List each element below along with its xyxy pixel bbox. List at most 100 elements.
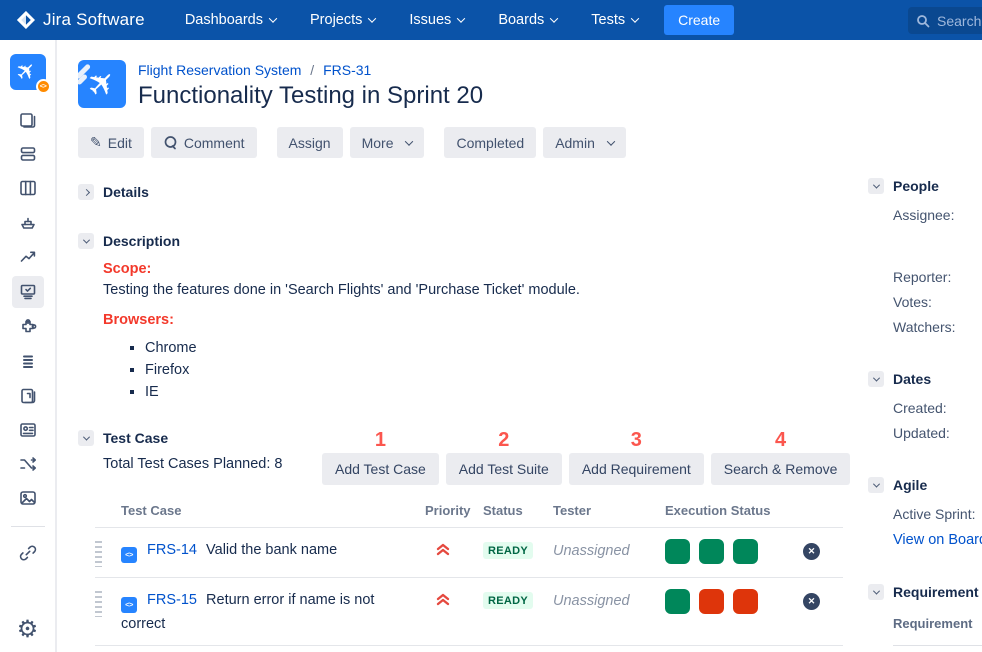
chevron-down-icon bbox=[872, 480, 879, 487]
watchers-label: Watchers: bbox=[893, 319, 982, 335]
col-status: Status bbox=[483, 503, 553, 527]
releases-icon[interactable] bbox=[12, 208, 44, 236]
list-item: IE bbox=[145, 384, 982, 400]
test-case-type-icon: <> bbox=[121, 547, 137, 563]
project-avatar[interactable]: ✈ <> bbox=[10, 54, 46, 90]
execution-status-square[interactable] bbox=[665, 539, 690, 564]
add-test-case-button[interactable]: Add Test Case bbox=[322, 453, 439, 485]
annotation-2: 2 bbox=[498, 430, 509, 450]
remove-row-icon[interactable]: ✕ bbox=[803, 593, 820, 610]
backlog-icon[interactable] bbox=[12, 106, 44, 134]
details-expand-toggle[interactable] bbox=[78, 184, 94, 200]
issue-key-link[interactable]: FRS-14 bbox=[147, 542, 197, 558]
create-button[interactable]: Create bbox=[664, 5, 734, 35]
comment-button[interactable]: Comment bbox=[151, 127, 257, 158]
admin-button[interactable]: Admin bbox=[543, 127, 626, 158]
reports-icon[interactable] bbox=[12, 242, 44, 270]
table-row: <> FRS-16 Return error if age is not REA… bbox=[95, 645, 843, 652]
pages-icon[interactable] bbox=[12, 382, 44, 410]
menu-boards[interactable]: Boards bbox=[498, 12, 557, 28]
priority-highest-icon bbox=[425, 542, 483, 562]
chevron-down-icon bbox=[607, 137, 615, 145]
requirement-section: Requirement Requirement bbox=[868, 584, 982, 646]
test-case-type-icon: <> bbox=[121, 597, 137, 613]
page-title: Functionality Testing in Sprint 20 bbox=[138, 82, 483, 110]
agile-heading: Agile bbox=[893, 477, 927, 493]
table-row: <> FRS-15 Return error if name is not co… bbox=[95, 577, 843, 645]
more-button[interactable]: More bbox=[350, 127, 425, 158]
test-case-heading: Test Case bbox=[103, 430, 168, 446]
execution-status-square[interactable] bbox=[665, 589, 690, 614]
addons-icon[interactable] bbox=[12, 314, 44, 342]
menu-projects[interactable]: Projects bbox=[310, 12, 375, 28]
edit-button[interactable]: ✎ Edit bbox=[78, 127, 144, 158]
assign-button[interactable]: Assign bbox=[277, 127, 343, 158]
test-case-table: Test Case Priority Status Tester Executi… bbox=[95, 503, 843, 652]
people-collapse-toggle[interactable] bbox=[868, 178, 884, 194]
issue-avatar[interactable]: ✈ bbox=[78, 60, 126, 108]
people-section: People Assignee: Reporter: Votes: Watche… bbox=[868, 178, 982, 335]
drag-handle[interactable] bbox=[95, 541, 102, 567]
breadcrumb-project-link[interactable]: Flight Reservation System bbox=[138, 62, 301, 78]
chevron-down-icon bbox=[82, 236, 89, 243]
execution-status-square[interactable] bbox=[733, 589, 758, 614]
execution-status-square[interactable] bbox=[699, 589, 724, 614]
execution-status-square[interactable] bbox=[733, 539, 758, 564]
status-badge: READY bbox=[483, 592, 533, 609]
list-icon[interactable] bbox=[12, 348, 44, 376]
chevron-down-icon bbox=[872, 587, 879, 594]
issue-key-link[interactable]: FRS-15 bbox=[147, 592, 197, 608]
total-test-cases-label: Total Test Cases Planned: 8 bbox=[103, 456, 322, 472]
profile-card-icon[interactable] bbox=[12, 416, 44, 444]
view-on-board-link[interactable]: View on Board bbox=[893, 532, 982, 548]
people-heading: People bbox=[893, 178, 939, 194]
media-icon[interactable] bbox=[12, 484, 44, 512]
global-search[interactable] bbox=[908, 7, 982, 34]
tester-value: Unassigned bbox=[553, 593, 665, 609]
dates-collapse-toggle[interactable] bbox=[868, 371, 884, 387]
jira-diamond-icon bbox=[16, 10, 36, 30]
agile-collapse-toggle[interactable] bbox=[868, 477, 884, 493]
left-sidebar: ✈ <> ⚙ bbox=[0, 40, 57, 652]
menu-issues[interactable]: Issues bbox=[409, 12, 464, 28]
link-icon[interactable] bbox=[12, 539, 44, 567]
search-and-remove-button[interactable]: Search & Remove bbox=[711, 453, 851, 485]
active-sprint-label: Active Sprint: bbox=[893, 506, 982, 522]
shuffle-icon[interactable] bbox=[12, 450, 44, 478]
test-case-collapse-toggle[interactable] bbox=[78, 430, 94, 446]
issue-header: ✈ Flight Reservation System / FRS-31 Fun… bbox=[78, 60, 982, 110]
main-menu: Dashboards Projects Issues Boards Tests bbox=[185, 12, 638, 28]
completed-button[interactable]: Completed bbox=[444, 127, 536, 158]
scope-text: Testing the features done in 'Search Fli… bbox=[103, 282, 982, 298]
col-priority: Priority bbox=[425, 503, 483, 527]
list-item: Chrome bbox=[145, 340, 982, 356]
comment-bubble-icon bbox=[163, 135, 178, 150]
remove-row-icon[interactable]: ✕ bbox=[803, 543, 820, 560]
add-requirement-button[interactable]: Add Requirement bbox=[569, 453, 704, 485]
col-execution-status: Execution Status bbox=[665, 503, 803, 527]
agile-section: Agile Active Sprint: View on Board bbox=[868, 477, 982, 548]
sprints-icon[interactable] bbox=[12, 140, 44, 168]
requirement-collapse-toggle[interactable] bbox=[868, 584, 884, 600]
col-tester: Tester bbox=[553, 503, 665, 527]
description-collapse-toggle[interactable] bbox=[78, 233, 94, 249]
list-item: Firefox bbox=[145, 362, 982, 378]
test-case-summary: Valid the bank name bbox=[206, 542, 337, 558]
add-test-suite-button[interactable]: Add Test Suite bbox=[446, 453, 562, 485]
search-input[interactable] bbox=[937, 13, 982, 29]
breadcrumb-issue-link[interactable]: FRS-31 bbox=[323, 62, 371, 78]
menu-tests[interactable]: Tests bbox=[591, 12, 638, 28]
chevron-right-icon bbox=[82, 188, 89, 195]
menu-dashboards[interactable]: Dashboards bbox=[185, 12, 276, 28]
drag-handle[interactable] bbox=[95, 591, 102, 617]
requirement-divider bbox=[893, 645, 982, 646]
jira-logo[interactable]: Jira Software bbox=[16, 10, 145, 30]
execution-status-square[interactable] bbox=[699, 539, 724, 564]
breadcrumb: Flight Reservation System / FRS-31 bbox=[138, 62, 483, 78]
settings-gear-icon[interactable]: ⚙ bbox=[17, 618, 39, 642]
chevron-down-icon bbox=[550, 14, 558, 22]
issue-side-panel: People Assignee: Reporter: Votes: Watche… bbox=[868, 40, 982, 652]
tests-icon-active[interactable] bbox=[12, 276, 44, 308]
dates-section: Dates Created: Updated: bbox=[868, 371, 982, 441]
board-icon[interactable] bbox=[12, 174, 44, 202]
